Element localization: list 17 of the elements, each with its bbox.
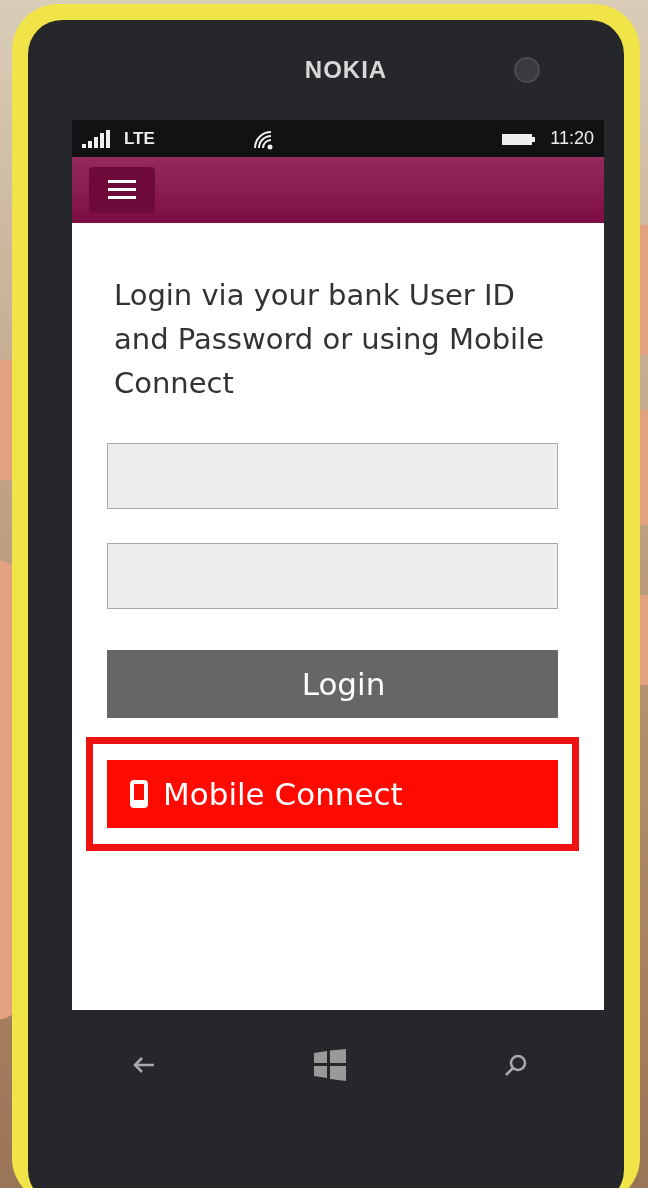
camera-icon [514,57,540,83]
battery-icon [502,131,537,146]
user-id-field[interactable] [107,443,558,509]
windows-icon[interactable] [314,1049,346,1081]
menu-icon [108,180,136,200]
search-icon[interactable] [504,1053,528,1077]
network-label: LTE [124,128,155,149]
menu-button[interactable] [89,167,155,213]
password-field[interactable] [107,543,558,609]
brand-logo: NOKIA [303,56,388,84]
mobile-connect-button[interactable]: Mobile Connect [107,760,558,828]
back-icon[interactable] [132,1055,156,1075]
clock-time: 11:20 [550,128,594,149]
login-button[interactable]: Login [107,650,558,718]
signal-icon [82,129,110,148]
login-instructions: Login via your bank User ID and Password or using Mobile Connect [114,277,545,402]
phone-icon [129,779,149,809]
